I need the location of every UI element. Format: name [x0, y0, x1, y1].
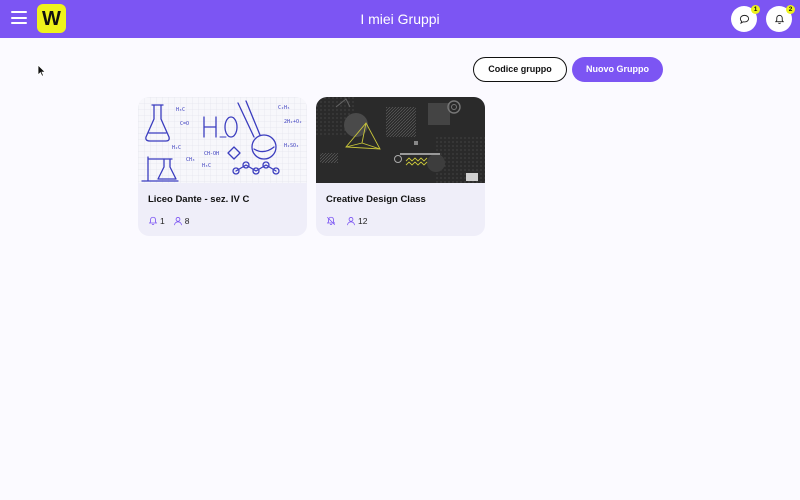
group-card[interactable]: Creative Design Class 12: [316, 97, 485, 236]
bell-off-icon: [326, 216, 336, 225]
person-icon: [347, 216, 355, 225]
logo-w-icon[interactable]: W: [37, 4, 66, 33]
group-name: Creative Design Class: [326, 194, 426, 205]
notifications-button[interactable]: 2: [766, 5, 795, 32]
menu-icon[interactable]: [11, 11, 27, 25]
mouse-cursor-icon: [37, 64, 46, 77]
messages-button[interactable]: 1: [731, 5, 760, 32]
bell-icon: [774, 14, 784, 24]
svg-text:2H₂+O₂: 2H₂+O₂: [284, 119, 302, 125]
group-name: Liceo Dante - sez. IV C: [148, 194, 250, 205]
messages-badge: 1: [751, 5, 760, 14]
notification-count: 1: [160, 215, 165, 226]
person-icon: [173, 216, 182, 225]
svg-text:CH₃: CH₃: [186, 157, 195, 163]
svg-text:C=O: C=O: [180, 121, 189, 127]
logo-letter: W: [42, 7, 61, 30]
page-title: I miei Gruppi: [360, 11, 440, 27]
notifications-badge: 2: [786, 5, 795, 14]
top-bar: W I miei Gruppi 1 2: [0, 0, 800, 38]
svg-text:H₃C: H₃C: [176, 107, 185, 113]
group-stats: 12: [326, 215, 367, 226]
group-code-button[interactable]: Codice gruppo: [473, 57, 567, 82]
member-count: 8: [184, 215, 190, 226]
group-card[interactable]: H₃C C=O H₂C CH₃ CH-OH C₂H₅ 2H₂+O₂ H₂SO₄ …: [138, 97, 307, 236]
bell-icon: [148, 216, 158, 225]
new-group-button[interactable]: Nuovo Gruppo: [572, 57, 663, 82]
chat-bubble-icon: [739, 14, 749, 24]
geometric-cover-image: [316, 97, 485, 183]
chemistry-cover-image: H₃C C=O H₂C CH₃ CH-OH C₂H₅ 2H₂+O₂ H₂SO₄ …: [138, 97, 307, 183]
svg-text:CH-OH: CH-OH: [204, 151, 219, 157]
group-stats: 1 8: [148, 215, 189, 226]
svg-text:H₂SO₄: H₂SO₄: [284, 143, 299, 149]
svg-text:H₂C: H₂C: [172, 145, 181, 151]
svg-text:H₃C: H₃C: [202, 163, 211, 169]
member-count: 12: [358, 215, 368, 226]
svg-text:C₂H₅: C₂H₅: [278, 105, 290, 111]
